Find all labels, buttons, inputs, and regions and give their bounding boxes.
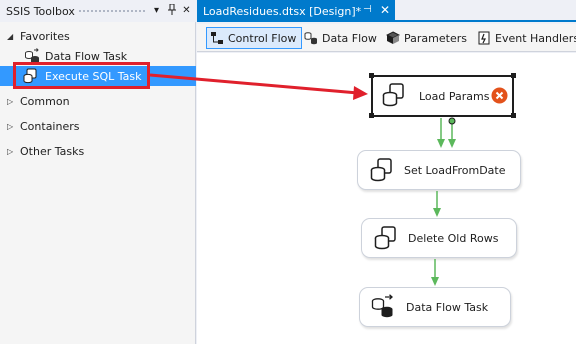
tab-label: Control Flow	[228, 31, 297, 45]
execute-sql-task-icon	[382, 83, 404, 107]
annotation-highlight-box	[13, 62, 150, 89]
pin-icon[interactable]	[165, 3, 178, 17]
task-label: Load Params	[419, 89, 490, 103]
error-icon[interactable]	[491, 87, 508, 104]
tab-event-handlers[interactable]: Event Handlers	[477, 27, 576, 49]
execute-sql-task-icon	[370, 158, 392, 182]
document-tab[interactable]: LoadResidues.dtsx [Design]* ⊣ ✕	[197, 0, 395, 22]
task-data-flow-task[interactable]: Data Flow Task	[359, 287, 511, 327]
selection-handle[interactable]	[511, 73, 516, 78]
selection-handle[interactable]	[511, 113, 516, 118]
toolbox-title-bar: SSIS Toolbox ▾ ✕	[0, 0, 196, 22]
group-label: Favorites	[20, 29, 70, 43]
designer-tab-bar: Control Flow Data Flow Parameters Event …	[197, 24, 576, 52]
group-label: Containers	[20, 119, 80, 133]
document-tab-strip: LoadResidues.dtsx [Design]* ⊣ ✕	[197, 0, 576, 22]
tab-data-flow[interactable]: Data Flow	[304, 27, 377, 49]
control-flow-icon	[211, 32, 223, 44]
parameters-icon	[386, 31, 400, 44]
tab-label: Event Handlers	[495, 31, 576, 45]
pin-icon[interactable]: ⊣	[363, 4, 372, 15]
toolbox-group-common[interactable]: ▷ Common	[0, 91, 196, 111]
collapse-arrow-icon[interactable]: ◢	[7, 32, 13, 41]
task-label: Delete Old Rows	[408, 231, 499, 245]
expand-arrow-icon[interactable]: ▷	[7, 97, 13, 106]
selection-handle[interactable]	[369, 113, 374, 118]
tab-label: Parameters	[404, 31, 467, 45]
tab-control-flow[interactable]: Control Flow	[206, 27, 303, 49]
close-icon[interactable]: ✕	[380, 3, 390, 17]
task-label: Set LoadFromDate	[404, 163, 506, 177]
data-flow-task-icon	[371, 294, 393, 318]
task-label: Data Flow Task	[406, 300, 489, 314]
toolbox-title: SSIS Toolbox	[6, 4, 75, 18]
group-label: Common	[20, 94, 70, 108]
event-handlers-icon	[478, 31, 490, 45]
tab-parameters[interactable]: Parameters	[386, 27, 467, 49]
execute-sql-task-icon	[374, 226, 396, 250]
drag-grip[interactable]	[78, 9, 146, 14]
data-flow-icon	[304, 32, 317, 45]
task-set-load-from-date[interactable]: Set LoadFromDate	[357, 150, 521, 190]
expand-arrow-icon[interactable]: ▷	[7, 147, 13, 156]
selection-handle[interactable]	[369, 73, 374, 78]
group-label: Other Tasks	[20, 144, 85, 158]
toolbox-group-containers[interactable]: ▷ Containers	[0, 116, 196, 136]
expand-arrow-icon[interactable]: ▷	[7, 122, 13, 131]
toolbox-item-label: Data Flow Task	[45, 49, 128, 63]
toolbox-group-favorites[interactable]: ◢ Favorites	[0, 26, 196, 46]
toolbox-group-other-tasks[interactable]: ▷ Other Tasks	[0, 141, 196, 161]
close-icon[interactable]: ✕	[180, 4, 193, 17]
dropdown-icon[interactable]: ▾	[150, 4, 163, 17]
document-tab-title: LoadResidues.dtsx [Design]*	[203, 4, 362, 18]
ssis-toolbox-panel: SSIS Toolbox ▾ ✕ ◢ Favorites Data Flow T…	[0, 0, 196, 344]
task-delete-old-rows[interactable]: Delete Old Rows	[361, 218, 517, 258]
task-load-params[interactable]: Load Params	[371, 75, 514, 117]
tab-label: Data Flow	[322, 31, 377, 45]
